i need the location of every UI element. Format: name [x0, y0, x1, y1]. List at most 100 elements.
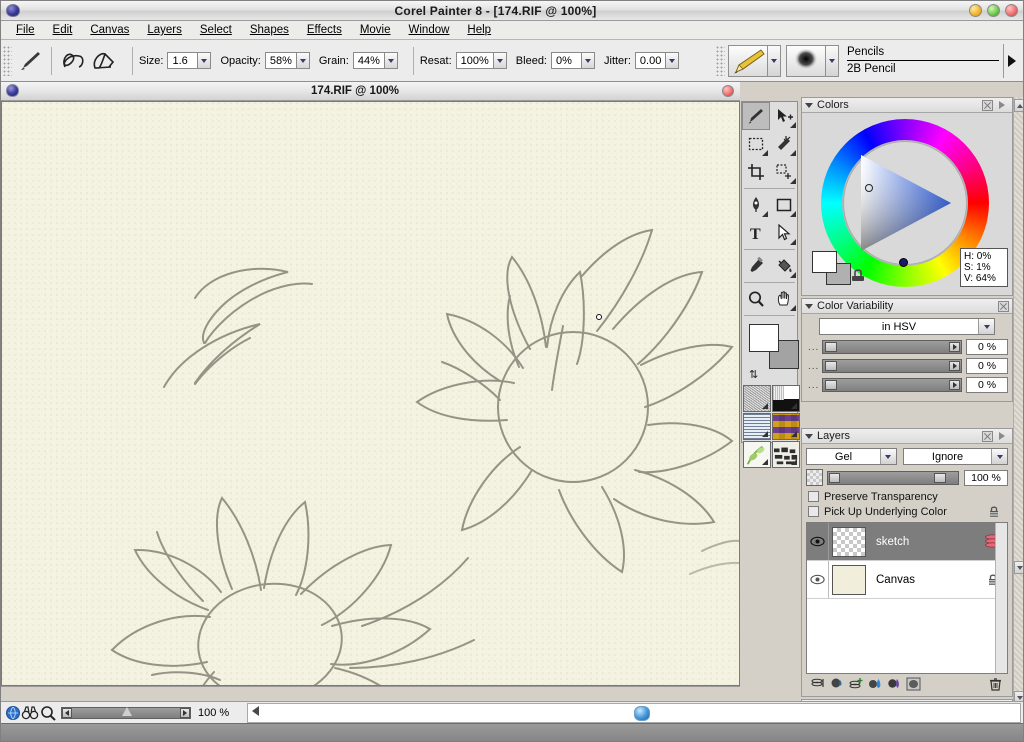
maximize-button[interactable] — [987, 4, 1000, 17]
color-wheel-area[interactable]: H: 0% S: 1% V: 64% — [802, 113, 1012, 295]
magic-wand-tool[interactable] — [770, 130, 798, 158]
hue-variability-slider[interactable] — [822, 340, 962, 354]
brush-category-icon[interactable] — [728, 45, 768, 77]
preserve-transparency-checkbox[interactable] — [808, 491, 819, 502]
slider-start-button[interactable] — [829, 473, 840, 483]
layer-visibility-toggle[interactable] — [807, 523, 829, 560]
slider-knob[interactable] — [934, 473, 946, 483]
layer-mask-icon[interactable] — [906, 677, 921, 692]
value-variability-slider[interactable] — [822, 378, 962, 392]
looks-selector[interactable] — [772, 441, 800, 468]
table-row[interactable]: sketch — [807, 523, 1007, 561]
message-caret-icon[interactable] — [252, 706, 259, 719]
pick-up-underlying-color-checkbox[interactable] — [808, 506, 819, 517]
menu-item-file[interactable]: File — [7, 23, 44, 37]
rectangular-selection-tool[interactable] — [742, 130, 770, 158]
zoom-increase-button[interactable] — [180, 708, 190, 718]
slider-end-button[interactable] — [949, 342, 960, 352]
nozzle-selector[interactable] — [743, 441, 771, 468]
pick-up-underlying-color-row[interactable]: Pick Up Underlying Color — [806, 504, 1008, 519]
close-icon[interactable] — [982, 431, 993, 442]
saturation-variability-value[interactable]: 0 % — [966, 358, 1008, 374]
saturation-value-triangle[interactable] — [851, 149, 959, 257]
stroke-preview[interactable] — [58, 46, 126, 76]
menu-item-canvas[interactable]: Canvas — [81, 23, 138, 37]
size-dropdown-button[interactable] — [197, 52, 211, 69]
menu-item-edit[interactable]: Edit — [44, 23, 82, 37]
dock-scroll-up-button[interactable] — [1014, 99, 1024, 112]
lock-icon[interactable] — [986, 504, 1002, 520]
minimize-button[interactable] — [969, 4, 982, 17]
layer-visibility-toggle[interactable] — [807, 561, 829, 598]
dock-scroll-strip[interactable] — [1013, 97, 1024, 722]
new-layer-group-icon[interactable] — [849, 677, 864, 692]
table-row[interactable]: Canvas — [807, 561, 1007, 599]
magnifier-icon[interactable] — [39, 705, 57, 721]
close-button[interactable] — [1005, 4, 1018, 17]
pattern-selector[interactable] — [743, 413, 771, 440]
brush-tool-icon[interactable] — [15, 47, 45, 75]
shape-selection-tool[interactable] — [770, 219, 798, 247]
menu-item-layers[interactable]: Layers — [138, 23, 191, 37]
pen-tool[interactable] — [742, 191, 770, 219]
slider-knob[interactable] — [825, 361, 837, 371]
collapse-triangle-icon[interactable] — [805, 103, 813, 108]
palette-menu-icon[interactable] — [996, 99, 1008, 111]
resat-dropdown-button[interactable] — [493, 52, 507, 69]
zoom-decrease-button[interactable] — [62, 708, 72, 718]
bleed-input[interactable]: 0% — [551, 52, 581, 69]
grabber-tool[interactable] — [770, 285, 798, 313]
palette-menu-icon[interactable] — [996, 430, 1008, 442]
new-layer-icon[interactable] — [811, 677, 826, 692]
saturation-variability-slider[interactable] — [822, 359, 962, 373]
color-ball-icon[interactable] — [5, 705, 21, 721]
rectangular-shape-tool[interactable] — [770, 191, 798, 219]
grain-input[interactable]: 44% — [353, 52, 384, 69]
jitter-input[interactable]: 0.00 — [635, 52, 665, 69]
slider-end-button[interactable] — [949, 380, 960, 390]
toolbar-drag-grip[interactable] — [3, 46, 12, 76]
collapse-triangle-icon[interactable] — [805, 304, 813, 309]
zoom-slider[interactable] — [61, 707, 191, 719]
color-variability-header[interactable]: Color Variability — [802, 299, 1012, 314]
chevron-down-icon[interactable] — [978, 319, 994, 334]
brush-variant-dropdown[interactable] — [826, 45, 839, 77]
dynamic-plugin-icon[interactable] — [887, 677, 902, 692]
brush-selector-grip[interactable] — [716, 46, 725, 76]
brush-category-dropdown[interactable] — [768, 45, 781, 77]
slider-knob[interactable] — [825, 342, 837, 352]
binoculars-icon[interactable] — [21, 705, 39, 721]
menu-item-effects[interactable]: Effects — [298, 23, 351, 37]
layer-opacity-value[interactable]: 100 % — [964, 470, 1008, 486]
brush-tool[interactable] — [742, 102, 770, 130]
crop-tool[interactable] — [742, 158, 770, 186]
selection-adjuster-tool[interactable] — [770, 158, 798, 186]
paper-selector[interactable] — [743, 385, 771, 412]
main-color-swatch[interactable] — [812, 251, 837, 273]
menu-item-select[interactable]: Select — [191, 23, 241, 37]
slider-knob[interactable] — [825, 380, 837, 390]
collapse-triangle-icon[interactable] — [805, 434, 813, 439]
opacity-dropdown-button[interactable] — [296, 52, 310, 69]
swap-colors-icon[interactable]: ⇅ — [749, 368, 758, 381]
magnifier-tool[interactable] — [742, 285, 770, 313]
dropper-tool[interactable] — [742, 252, 770, 280]
weave-selector[interactable] — [772, 413, 800, 440]
foreground-color-swatch[interactable] — [749, 324, 779, 352]
value-variability-value[interactable]: 0 % — [966, 377, 1008, 393]
composite-depth-select[interactable]: Ignore — [903, 448, 1008, 465]
document-close-button[interactable] — [722, 85, 734, 97]
layer-list[interactable]: sketch Canvas — [806, 522, 1008, 674]
colors-palette-header[interactable]: Colors — [802, 98, 1012, 113]
chevron-down-icon[interactable] — [880, 449, 896, 464]
new-watercolor-layer-icon[interactable] — [830, 677, 845, 692]
close-icon[interactable] — [982, 100, 993, 111]
menu-item-window[interactable]: Window — [400, 23, 459, 37]
jitter-dropdown-button[interactable] — [665, 52, 679, 69]
layers-palette-header[interactable]: Layers — [802, 429, 1012, 444]
chevron-down-icon[interactable] — [991, 449, 1007, 464]
delete-layer-icon[interactable] — [988, 677, 1003, 692]
variability-mode-select[interactable]: in HSV — [819, 318, 995, 335]
new-liquid-ink-layer-icon[interactable] — [868, 677, 883, 692]
paint-bucket-tool[interactable] — [770, 252, 798, 280]
